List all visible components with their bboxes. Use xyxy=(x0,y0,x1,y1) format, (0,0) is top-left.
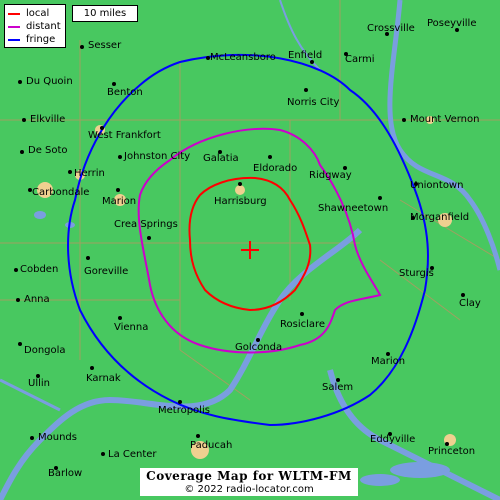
town-label[interactable]: Morganfield xyxy=(410,212,469,223)
town-label[interactable]: Herrin xyxy=(74,168,105,179)
town-label[interactable]: Mounds xyxy=(38,432,77,443)
town-dot-icon xyxy=(402,118,406,122)
town-dot-icon xyxy=(18,80,22,84)
legend-item-distant: distant xyxy=(8,20,62,33)
legend-item-fringe: fringe xyxy=(8,33,62,46)
town-label[interactable]: Sesser xyxy=(88,40,121,51)
town-dot-icon xyxy=(22,118,26,122)
town-dot-icon xyxy=(16,298,20,302)
legend-label: fringe xyxy=(26,34,56,45)
town-dot-icon xyxy=(147,236,151,240)
town-label[interactable]: Shawneetown xyxy=(318,203,388,214)
town-label[interactable]: Dongola xyxy=(24,345,66,356)
town-dot-icon xyxy=(30,436,34,440)
town-label[interactable]: Norris City xyxy=(287,97,339,108)
town-dot-icon xyxy=(86,256,90,260)
legend-label: distant xyxy=(26,21,61,32)
distant-line-icon xyxy=(8,25,20,28)
fringe-line-icon xyxy=(8,38,20,41)
town-label[interactable]: Clay xyxy=(459,298,481,309)
town-label[interactable]: Princeton xyxy=(428,446,475,457)
town-label[interactable]: La Center xyxy=(108,449,157,460)
town-dot-icon xyxy=(118,155,122,159)
town-label[interactable]: Ridgway xyxy=(309,170,352,181)
transmitter-marker-icon xyxy=(241,241,259,259)
town-label[interactable]: Goreville xyxy=(84,266,128,277)
legend-item-local: local xyxy=(8,7,62,20)
town-label[interactable]: Mount Vernon xyxy=(410,114,479,125)
town-dot-icon xyxy=(300,312,304,316)
town-label[interactable]: Enfield xyxy=(288,50,322,61)
town-label[interactable]: Cobden xyxy=(20,264,58,275)
town-label[interactable]: Elkville xyxy=(30,114,65,125)
fringe-contour xyxy=(67,53,429,427)
town-dot-icon xyxy=(268,155,272,159)
town-label[interactable]: Eldorado xyxy=(253,163,297,174)
town-label[interactable]: Harrisburg xyxy=(214,196,267,207)
town-label[interactable]: Sturgis xyxy=(399,268,434,279)
town-dot-icon xyxy=(68,170,72,174)
town-label[interactable]: Barlow xyxy=(48,468,82,479)
town-label[interactable]: Galatia xyxy=(203,153,239,164)
town-dot-icon xyxy=(178,400,182,404)
town-label[interactable]: West Frankfort xyxy=(88,130,161,141)
town-label[interactable]: Golconda xyxy=(235,342,282,353)
town-label[interactable]: Poseyville xyxy=(427,18,476,29)
town-dot-icon xyxy=(196,434,200,438)
town-label[interactable]: Du Quoin xyxy=(26,76,73,87)
town-dot-icon xyxy=(461,293,465,297)
town-label[interactable]: Ullin xyxy=(28,378,50,389)
town-dot-icon xyxy=(80,45,84,49)
town-dot-icon xyxy=(304,88,308,92)
town-dot-icon xyxy=(118,316,122,320)
town-label[interactable]: Anna xyxy=(24,294,50,305)
map-footer: Coverage Map for WLTM-FM © 2022 radio-lo… xyxy=(140,468,358,496)
town-dot-icon xyxy=(14,268,18,272)
town-label[interactable]: Rosiclare xyxy=(280,319,325,330)
map-base-layer xyxy=(0,0,500,500)
town-dot-icon xyxy=(101,452,105,456)
copyright-text: © 2022 radio-locator.com xyxy=(184,484,314,495)
town-label[interactable]: Johnston City xyxy=(124,151,190,162)
town-label[interactable]: Crossville xyxy=(367,23,415,34)
town-label[interactable]: Carmi xyxy=(345,54,375,65)
town-label[interactable]: Eddyville xyxy=(370,434,415,445)
map-title: Coverage Map for WLTM-FM xyxy=(146,469,352,483)
town-label[interactable]: Salem xyxy=(322,382,353,393)
town-label[interactable]: Karnak xyxy=(86,373,121,384)
town-label[interactable]: Marion xyxy=(102,196,136,207)
town-label[interactable]: Carbondale xyxy=(32,187,89,198)
town-dot-icon xyxy=(238,182,242,186)
town-label[interactable]: Uniontown xyxy=(410,180,463,191)
town-label[interactable]: De Soto xyxy=(28,145,68,156)
coverage-map[interactable]: Sesser McLeansboro Enfield Crossville Po… xyxy=(0,0,500,500)
town-label[interactable]: Metropolis xyxy=(158,405,210,416)
town-dot-icon xyxy=(18,342,22,346)
scale-bar: 10 miles xyxy=(72,5,138,22)
local-line-icon xyxy=(8,12,20,15)
town-label[interactable]: Vienna xyxy=(114,322,148,333)
town-dot-icon xyxy=(20,150,24,154)
town-label[interactable]: Benton xyxy=(107,87,143,98)
town-dot-icon xyxy=(378,196,382,200)
town-label[interactable]: Marion xyxy=(371,356,405,367)
town-dot-icon xyxy=(116,188,120,192)
town-label[interactable]: Paducah xyxy=(190,440,232,451)
town-dot-icon xyxy=(90,366,94,370)
town-label[interactable]: Crea Springs xyxy=(114,219,178,230)
map-legend: local distant fringe xyxy=(4,4,66,48)
legend-label: local xyxy=(26,8,50,19)
town-dot-icon xyxy=(112,82,116,86)
town-label[interactable]: McLeansboro xyxy=(210,52,276,63)
